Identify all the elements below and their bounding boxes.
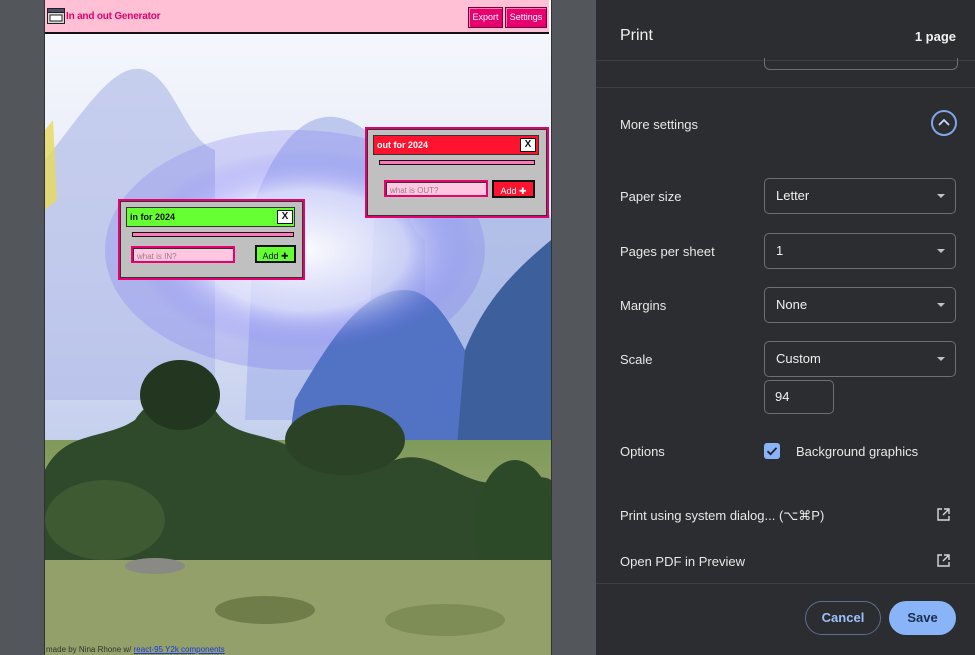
landscape-background bbox=[45, 34, 551, 655]
pages-per-sheet-value: 1 bbox=[776, 243, 784, 258]
chevron-up-icon bbox=[938, 118, 950, 126]
page-preview: In and out Generator Export Settings in … bbox=[44, 0, 552, 655]
credit-text: made by Nina Rhone w/ react-95 Y2k compo… bbox=[46, 645, 225, 654]
checkmark-icon bbox=[766, 447, 778, 456]
credit-link[interactable]: react-95 Y2k components bbox=[134, 645, 225, 654]
dropdown-arrow-icon bbox=[937, 357, 945, 361]
page-count: 1 page bbox=[914, 29, 956, 44]
system-dialog-link[interactable]: Print using system dialog... (⌥⌘P) bbox=[620, 508, 824, 524]
plus-icon: ✚ bbox=[280, 251, 289, 261]
out-window-progress-bar bbox=[379, 160, 535, 165]
background-graphics-label[interactable]: Background graphics bbox=[796, 444, 918, 459]
cancel-button[interactable]: Cancel bbox=[805, 601, 881, 635]
in-add-label: Add bbox=[262, 251, 279, 261]
paper-size-value: Letter bbox=[776, 188, 810, 203]
print-preview-area: In and out Generator Export Settings in … bbox=[0, 0, 596, 655]
paper-size-select[interactable]: Letter bbox=[764, 178, 956, 214]
destination-select-partial[interactable] bbox=[764, 58, 958, 70]
options-label: Options bbox=[620, 444, 665, 459]
window-app-icon bbox=[47, 8, 65, 24]
external-link-icon[interactable] bbox=[937, 554, 950, 567]
out-add-button[interactable]: Add ✚ bbox=[492, 180, 535, 198]
in-window: in for 2024 X what is IN? Add ✚ bbox=[118, 199, 305, 280]
margins-select[interactable]: None bbox=[764, 287, 956, 323]
out-window-title: out for 2024 bbox=[377, 140, 429, 150]
background-graphics-checkbox[interactable] bbox=[764, 443, 780, 459]
section-divider bbox=[596, 87, 975, 88]
in-window-titlebar[interactable]: in for 2024 X bbox=[126, 207, 295, 227]
margins-label: Margins bbox=[620, 298, 667, 313]
app-title: In and out Generator bbox=[66, 11, 161, 22]
app-titlebar: In and out Generator Export Settings bbox=[45, 0, 549, 34]
plus-icon: ✚ bbox=[518, 186, 527, 196]
margins-value: None bbox=[776, 297, 808, 312]
dropdown-arrow-icon bbox=[937, 303, 945, 307]
more-settings-toggle[interactable] bbox=[931, 110, 957, 136]
pages-per-sheet-label: Pages per sheet bbox=[620, 244, 715, 259]
settings-button[interactable]: Settings bbox=[505, 7, 547, 28]
scale-select[interactable]: Custom bbox=[764, 341, 956, 377]
paper-size-label: Paper size bbox=[620, 189, 682, 204]
out-input[interactable]: what is OUT? bbox=[384, 180, 488, 197]
footer-divider bbox=[596, 583, 975, 584]
scale-custom-input[interactable]: 94 bbox=[764, 380, 834, 414]
save-button[interactable]: Save bbox=[889, 601, 956, 635]
pages-per-sheet-select[interactable]: 1 bbox=[764, 233, 956, 269]
more-settings-label[interactable]: More settings bbox=[620, 117, 698, 132]
out-add-label: Add bbox=[500, 186, 517, 196]
dropdown-arrow-icon bbox=[937, 194, 945, 198]
external-link-icon[interactable] bbox=[937, 508, 950, 521]
open-pdf-link[interactable]: Open PDF in Preview bbox=[620, 554, 745, 569]
out-window-close-icon[interactable]: X bbox=[520, 138, 536, 152]
in-input[interactable]: what is IN? bbox=[131, 246, 235, 263]
in-window-close-icon[interactable]: X bbox=[277, 210, 293, 224]
scale-value: Custom bbox=[776, 351, 821, 366]
in-window-title: in for 2024 bbox=[130, 212, 176, 222]
out-window-titlebar[interactable]: out for 2024 X bbox=[373, 135, 539, 155]
export-button[interactable]: Export bbox=[468, 7, 503, 28]
in-window-progress-bar bbox=[132, 232, 294, 237]
credit-prefix: made by Nina Rhone w/ bbox=[46, 645, 132, 654]
in-add-button[interactable]: Add ✚ bbox=[255, 245, 296, 263]
scale-label: Scale bbox=[620, 352, 653, 367]
dropdown-arrow-icon bbox=[937, 249, 945, 253]
print-heading: Print bbox=[620, 27, 653, 44]
print-settings-panel: Print 1 page More settings Paper size Le… bbox=[596, 0, 975, 655]
out-window: out for 2024 X what is OUT? Add ✚ bbox=[365, 127, 549, 218]
